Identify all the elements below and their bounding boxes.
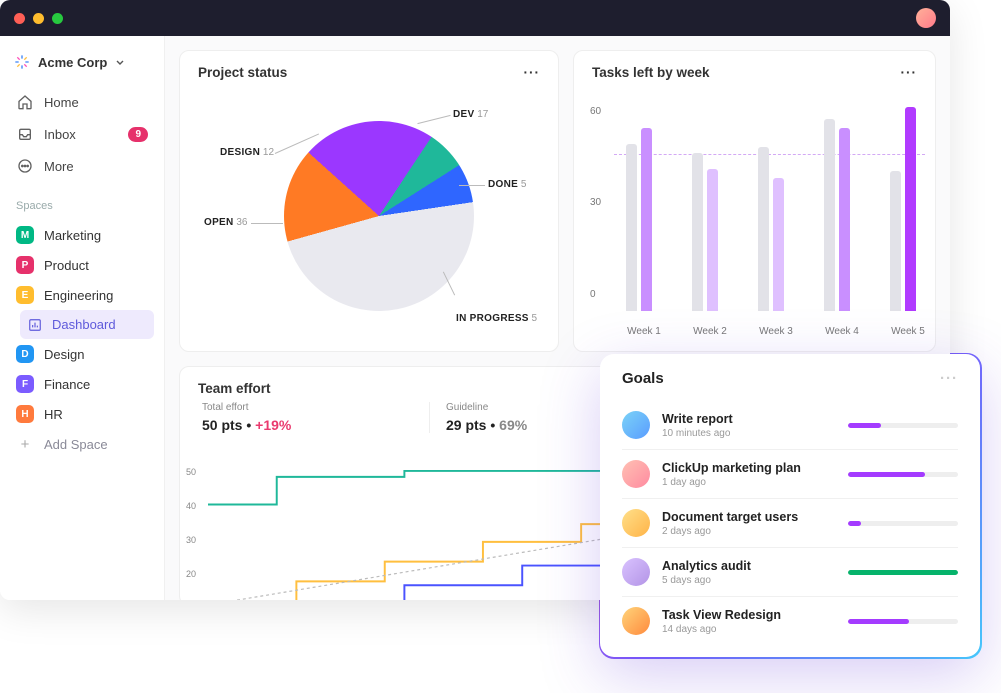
sidebar-item-hr[interactable]: H HR: [10, 399, 154, 429]
inbox-icon: [16, 125, 34, 143]
add-space-button[interactable]: + Add Space: [10, 429, 154, 460]
avatar: [622, 509, 650, 537]
progress-bar: [848, 472, 958, 477]
y-tick: 30: [186, 535, 196, 545]
progress-bar: [848, 521, 958, 526]
pie-label: DESIGN 12: [220, 147, 274, 158]
pie-label: DEV 17: [453, 109, 488, 120]
goal-row[interactable]: Analytics audit 5 days ago: [622, 547, 958, 596]
workspace-selector[interactable]: Acme Corp: [10, 48, 154, 76]
goal-ago: 2 days ago: [662, 526, 836, 537]
tasks-left-card: Tasks left by week ··· 60 30 0 Week 1: [573, 50, 936, 352]
workspace-name: Acme Corp: [38, 55, 107, 70]
space-label: Engineering: [44, 288, 113, 303]
goal-row[interactable]: Task View Redesign 14 days ago: [622, 596, 958, 645]
card-title: Team effort: [198, 381, 271, 396]
space-label: Design: [44, 347, 84, 362]
x-label: Week 1: [614, 326, 674, 337]
goal-ago: 14 days ago: [662, 624, 836, 635]
x-label: Week 3: [746, 326, 806, 337]
x-label: Week 4: [812, 326, 872, 337]
y-tick: 50: [186, 467, 196, 477]
card-menu-icon[interactable]: ···: [901, 65, 918, 80]
avatar: [622, 607, 650, 635]
avatar: [622, 411, 650, 439]
sidebar-item-product[interactable]: P Product: [10, 250, 154, 280]
nav-inbox[interactable]: Inbox 9: [10, 118, 154, 150]
home-icon: [16, 93, 34, 111]
minimize-icon[interactable]: [33, 13, 44, 24]
sidebar-item-finance[interactable]: F Finance: [10, 369, 154, 399]
space-label: Finance: [44, 377, 90, 392]
inbox-badge: 9: [128, 127, 148, 142]
space-icon: F: [16, 375, 34, 393]
add-space-label: Add Space: [44, 437, 108, 452]
titlebar: [0, 0, 950, 36]
goal-ago: 1 day ago: [662, 477, 836, 488]
card-menu-icon[interactable]: ···: [524, 65, 541, 80]
space-icon: M: [16, 226, 34, 244]
sidebar-item-dashboard[interactable]: Dashboard: [20, 310, 154, 339]
goal-title: Analytics audit: [662, 559, 836, 573]
metric: Total effort 50 pts • +19%: [198, 402, 429, 433]
space-icon: H: [16, 405, 34, 423]
goal-ago: 10 minutes ago: [662, 428, 836, 439]
nav-label: More: [44, 159, 74, 174]
nav-more[interactable]: More: [10, 150, 154, 182]
goal-title: Document target users: [662, 510, 836, 524]
goal-title: ClickUp marketing plan: [662, 461, 836, 475]
plus-icon: +: [16, 436, 34, 453]
bar-chart: [614, 91, 925, 311]
nav-label: Inbox: [44, 127, 76, 142]
card-menu-icon[interactable]: ···: [940, 370, 958, 387]
spaces-label: Spaces: [16, 200, 148, 212]
x-label: Week 5: [878, 326, 938, 337]
pie-chart: [284, 121, 474, 311]
nav-label: Home: [44, 95, 79, 110]
avatar: [622, 558, 650, 586]
dashboard-icon: [28, 318, 42, 332]
project-status-card: Project status ··· DEV 17 DONE 5 IN PROG…: [179, 50, 559, 352]
close-icon[interactable]: [14, 13, 25, 24]
nav-home[interactable]: Home: [10, 86, 154, 118]
space-icon: P: [16, 256, 34, 274]
space-icon: E: [16, 286, 34, 304]
y-tick: 40: [186, 501, 196, 511]
goal-ago: 5 days ago: [662, 575, 836, 586]
goal-title: Write report: [662, 412, 836, 426]
goal-row[interactable]: Document target users 2 days ago: [622, 498, 958, 547]
progress-bar: [848, 423, 958, 428]
sidebar: Acme Corp Home Inbox 9 More Spaces: [0, 36, 165, 600]
avatar: [622, 460, 650, 488]
card-title: Project status: [198, 65, 287, 80]
chevron-down-icon: [115, 57, 125, 67]
dashboard-label: Dashboard: [52, 317, 116, 332]
x-label: Week 2: [680, 326, 740, 337]
window-controls: [14, 13, 63, 24]
sidebar-item-engineering[interactable]: E Engineering: [10, 280, 154, 310]
avatar[interactable]: [916, 8, 936, 28]
progress-bar: [848, 619, 958, 624]
pie-label: DONE 5: [488, 179, 526, 190]
sidebar-item-marketing[interactable]: M Marketing: [10, 220, 154, 250]
card-title: Tasks left by week: [592, 65, 710, 80]
progress-bar: [848, 570, 958, 575]
space-icon: D: [16, 345, 34, 363]
space-label: HR: [44, 407, 63, 422]
goal-row[interactable]: ClickUp marketing plan 1 day ago: [622, 449, 958, 498]
goal-row[interactable]: Write report 10 minutes ago: [622, 401, 958, 449]
goal-title: Task View Redesign: [662, 608, 836, 622]
more-icon: [16, 157, 34, 175]
space-label: Product: [44, 258, 89, 273]
goals-panel: Goals ··· Write report 10 minutes ago Cli…: [600, 354, 980, 657]
goals-title: Goals: [622, 370, 664, 387]
workspace-icon: [14, 54, 30, 70]
y-tick: 20: [186, 569, 196, 579]
space-label: Marketing: [44, 228, 101, 243]
pie-label: IN PROGRESS 5: [456, 313, 537, 324]
metric-label: Total effort: [202, 402, 413, 413]
sidebar-item-design[interactable]: D Design: [10, 339, 154, 369]
pie-label: OPEN 36: [204, 217, 247, 228]
maximize-icon[interactable]: [52, 13, 63, 24]
